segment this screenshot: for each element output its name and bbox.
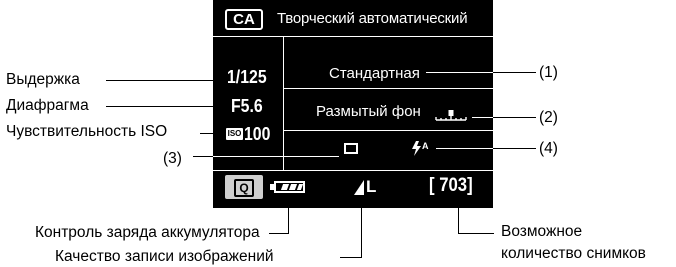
callout-2-line — [493, 117, 536, 118]
callout-1-label: (1) — [539, 64, 558, 81]
top-divider — [213, 36, 493, 37]
image-quality-icon — [354, 180, 364, 195]
mode-badge: CA — [225, 9, 263, 30]
callout-3-line-inner — [213, 156, 339, 157]
single-shot-drive-icon — [344, 143, 358, 154]
callout-shots-label-2: количество снимков — [501, 245, 646, 262]
background-blur-label: Размытый фон — [316, 103, 421, 120]
callout-battery-vline — [288, 195, 289, 233]
callout-4-label: (4) — [539, 140, 558, 157]
camera-lcd-screen: CA Творческий автоматический 1/125 F5.6 … — [213, 0, 493, 208]
shots-remaining-value: [ 703] — [429, 175, 473, 196]
callout-aperture-label: Диафрагма — [6, 97, 89, 114]
callout-battery-label: Контроль заряда аккумулятора — [35, 224, 260, 241]
leader-flash — [436, 148, 493, 149]
image-quality-value: L — [366, 177, 377, 196]
iso-value: 100 — [244, 124, 271, 144]
battery-icon — [270, 181, 306, 193]
middle-divider-1 — [284, 88, 493, 89]
callout-shutter-label: Выдержка — [6, 71, 80, 88]
callout-iso-line — [200, 133, 226, 134]
callout-shots-label-1: Возможное — [501, 223, 583, 240]
callout-quality-hline — [340, 257, 362, 258]
auto-flash-icon: A — [412, 141, 429, 156]
leader-blur — [472, 117, 493, 118]
callout-shots-vline — [458, 197, 459, 233]
bottom-divider — [213, 170, 493, 171]
svg-text:A: A — [422, 141, 429, 151]
iso-icon: ISO — [226, 128, 243, 140]
quick-button-label: Q — [234, 179, 254, 197]
quick-control-button[interactable]: Q — [225, 175, 263, 199]
callout-aperture-line — [106, 106, 230, 107]
leader-picture-style — [426, 72, 493, 73]
callout-shutter-line — [106, 80, 226, 81]
callout-1-line — [493, 72, 536, 73]
callout-quality-label: Качество записи изображений — [55, 248, 274, 265]
aperture-value: F5.6 — [231, 96, 263, 116]
mode-title: Творческий автоматический — [277, 10, 468, 27]
shutter-value: 1/125 — [227, 67, 267, 87]
callout-quality-vline — [361, 198, 362, 257]
middle-divider-2 — [284, 130, 493, 131]
picture-style-label: Стандартная — [329, 65, 420, 82]
callout-battery-hline — [269, 233, 289, 234]
callout-3-line-outer — [193, 156, 213, 157]
callout-iso-label: Чувствительность ISO — [6, 123, 168, 140]
callout-2-label: (2) — [539, 109, 558, 126]
blur-slider-icon — [435, 110, 467, 121]
callout-4-line — [493, 148, 536, 149]
callout-shots-hline — [458, 233, 494, 234]
callout-3-label: (3) — [163, 150, 182, 167]
left-column-divider — [283, 36, 284, 170]
